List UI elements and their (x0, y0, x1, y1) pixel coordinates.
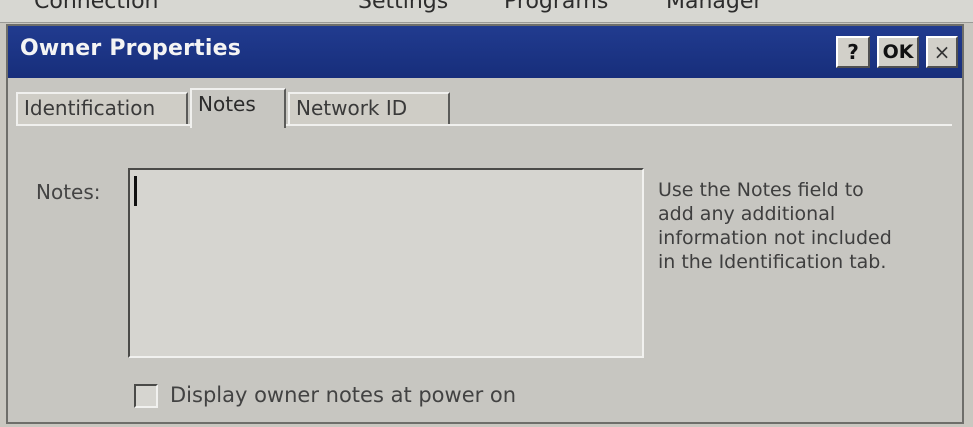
background-control-panel-strip: Connection Settings Programs Manager (0, 0, 973, 23)
text-caret (134, 176, 137, 206)
help-line-2: add any additional (658, 203, 836, 225)
ok-button[interactable]: OK (877, 36, 919, 68)
close-button[interactable]: × (926, 36, 958, 68)
help-line-3: information not included (658, 227, 892, 249)
background-item-manager: Manager (666, 0, 763, 14)
tab-network-id[interactable]: Network ID (288, 92, 450, 124)
help-icon: ? (847, 40, 859, 64)
dialog-title-bar: Owner Properties ? OK × (8, 26, 962, 78)
dialog-title: Owner Properties (20, 36, 241, 61)
tab-network-id-label: Network ID (296, 96, 408, 120)
tab-identification-label: Identification (24, 96, 156, 120)
owner-properties-dialog: Owner Properties ? OK × Identification N… (6, 24, 964, 424)
notes-label: Notes: (36, 180, 101, 204)
ok-button-label: OK (882, 41, 914, 63)
display-notes-checkbox-label[interactable]: Display owner notes at power on (170, 383, 516, 407)
background-item-settings: Settings (358, 0, 449, 14)
tab-notes[interactable]: Notes (190, 88, 286, 128)
notes-textarea[interactable] (128, 168, 644, 358)
help-line-1: Use the Notes field to (658, 179, 864, 201)
tab-notes-label: Notes (198, 92, 256, 116)
tab-identification[interactable]: Identification (16, 92, 188, 124)
display-notes-checkbox[interactable] (134, 384, 158, 408)
close-icon: × (933, 40, 951, 64)
background-item-programs: Programs (504, 0, 609, 14)
help-line-4: in the Identification tab. (658, 251, 887, 273)
notes-help-text: Use the Notes field to add any additiona… (658, 178, 948, 274)
background-item-connection: Connection (34, 0, 159, 14)
help-button[interactable]: ? (836, 36, 870, 68)
